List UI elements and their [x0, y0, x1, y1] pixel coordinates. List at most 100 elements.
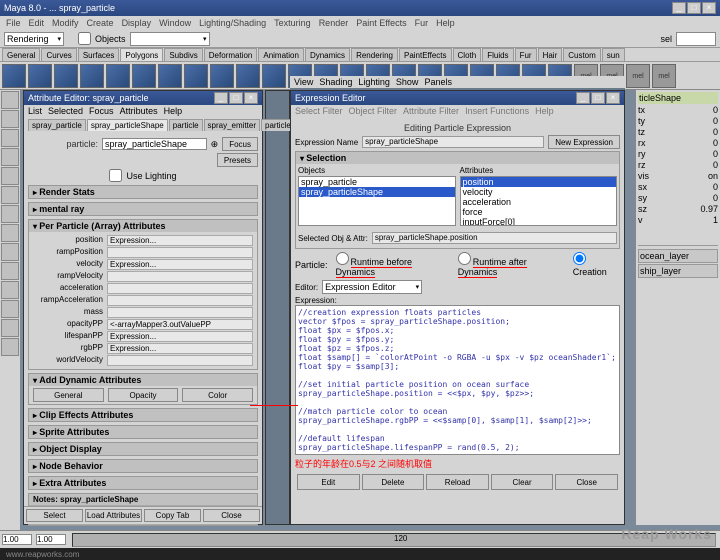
- tool-button[interactable]: [1, 186, 19, 204]
- tool-button[interactable]: [1, 91, 19, 109]
- section-clip-fx[interactable]: ▸ Clip Effects Attributes: [29, 409, 257, 421]
- objects-checkbox[interactable]: [78, 32, 91, 45]
- ee-edit-button[interactable]: Edit: [297, 474, 360, 490]
- shelf-icon[interactable]: [132, 64, 156, 88]
- shelf-tab-fluids[interactable]: Fluids: [482, 48, 513, 61]
- ee-clear-button[interactable]: Clear: [491, 474, 554, 490]
- tool-button[interactable]: [1, 129, 19, 147]
- toolbox[interactable]: [0, 90, 20, 530]
- pp-rampPosition-field[interactable]: [107, 247, 253, 258]
- list-item[interactable]: spray_particle: [299, 177, 455, 187]
- list-item[interactable]: position: [461, 177, 617, 187]
- radio-creation[interactable]: Creation: [573, 252, 620, 277]
- tool-button[interactable]: [1, 262, 19, 280]
- shelf-tab-subdivs[interactable]: Subdivs: [164, 48, 202, 61]
- use-lighting-checkbox[interactable]: [109, 169, 122, 182]
- attributes-list[interactable]: positionvelocityaccelerationforceinputFo…: [460, 176, 618, 226]
- pp-worldVelocity-field[interactable]: [107, 355, 253, 366]
- shelf-icon[interactable]: [262, 64, 286, 88]
- ee-close-button[interactable]: Close: [555, 474, 618, 490]
- editor-dropdown[interactable]: Expression Editor: [322, 280, 422, 294]
- close-button[interactable]: ×: [702, 2, 716, 14]
- shelf-tab-painteffects[interactable]: PaintEffects: [399, 48, 452, 61]
- objects-dropdown[interactable]: [130, 32, 210, 46]
- ee-close-button[interactable]: ×: [606, 92, 620, 104]
- ae-tab[interactable]: particle: [169, 119, 203, 131]
- shelf-icon[interactable]: [184, 64, 208, 88]
- ee-menu[interactable]: Insert Functions: [465, 106, 529, 116]
- menu-modify[interactable]: Modify: [52, 18, 79, 28]
- shelf-tab-deformation[interactable]: Deformation: [204, 48, 258, 61]
- ee-max-button[interactable]: □: [591, 92, 605, 104]
- minimize-button[interactable]: _: [672, 2, 686, 14]
- expr-name-field[interactable]: spray_particleShape: [362, 136, 544, 148]
- shelf-icon[interactable]: [236, 64, 260, 88]
- section-node-behavior[interactable]: ▸ Node Behavior: [29, 460, 257, 472]
- add-dyn-opacity-button[interactable]: Opacity: [108, 388, 179, 402]
- pp-acceleration-field[interactable]: [107, 283, 253, 294]
- list-item[interactable]: velocity: [461, 187, 617, 197]
- channel-box[interactable]: ticleShape tx0ty0tz0rx0ry0rz0visonsx0sy0…: [635, 90, 720, 525]
- channel-row[interactable]: sy0: [638, 193, 718, 203]
- list-item[interactable]: force: [461, 207, 617, 217]
- ee-menu[interactable]: Select Filter: [295, 106, 343, 116]
- ae-menubar[interactable]: ListSelectedFocusAttributesHelp: [24, 105, 262, 117]
- new-expression-button[interactable]: New Expression: [548, 135, 620, 149]
- section-notes[interactable]: Notes: spray_particleShape: [29, 494, 257, 505]
- vp-menu-lighting[interactable]: Lighting: [358, 77, 390, 87]
- channel-row[interactable]: tz0: [638, 127, 718, 137]
- channel-row[interactable]: ty0: [638, 116, 718, 126]
- range-start-field[interactable]: [2, 534, 32, 545]
- expression-textarea[interactable]: //creation expression floats particles v…: [295, 305, 620, 455]
- channel-row[interactable]: sx0: [638, 182, 718, 192]
- layer-item[interactable]: ocean_layer: [638, 249, 718, 263]
- menu-display[interactable]: Display: [122, 18, 152, 28]
- section-render-stats[interactable]: ▸ Render Stats: [29, 186, 257, 198]
- vp-menu-panels[interactable]: Panels: [424, 77, 452, 87]
- tool-button[interactable]: [1, 319, 19, 337]
- menu-create[interactable]: Create: [87, 18, 114, 28]
- list-item[interactable]: spray_particleShape: [299, 187, 455, 197]
- section-object-display[interactable]: ▸ Object Display: [29, 443, 257, 455]
- shelf-tab-polygons[interactable]: Polygons: [120, 48, 163, 61]
- menu-edit[interactable]: Edit: [29, 18, 45, 28]
- main-menubar[interactable]: FileEditModifyCreateDisplayWindowLightin…: [0, 16, 720, 30]
- section-add-dynamic[interactable]: ▾ Add Dynamic Attributes: [29, 374, 257, 386]
- radio-runtime-before-dynamics[interactable]: Runtime before Dynamics: [336, 252, 450, 277]
- ee-delete-button[interactable]: Delete: [362, 474, 425, 490]
- range-slider[interactable]: 120: [72, 533, 716, 547]
- pp-rgbPP-field[interactable]: Expression...: [107, 343, 253, 354]
- shelf-icon[interactable]: [106, 64, 130, 88]
- tool-button[interactable]: [1, 205, 19, 223]
- menu-help[interactable]: Help: [436, 18, 455, 28]
- pp-rampAcceleration-field[interactable]: [107, 295, 253, 306]
- ae-close-button[interactable]: ×: [244, 92, 258, 104]
- menu-paint effects[interactable]: Paint Effects: [356, 18, 406, 28]
- tool-button[interactable]: [1, 110, 19, 128]
- channel-row[interactable]: sz0.97: [638, 204, 718, 214]
- shelf-icon[interactable]: [158, 64, 182, 88]
- ae-close-button[interactable]: Close: [203, 509, 260, 522]
- tool-button[interactable]: [1, 167, 19, 185]
- ae-tab[interactable]: spray_emitter: [204, 119, 260, 131]
- section-mental-ray[interactable]: ▸ mental ray: [29, 203, 257, 215]
- ae-max-button[interactable]: □: [229, 92, 243, 104]
- pp-rampVelocity-field[interactable]: [107, 271, 253, 282]
- list-item[interactable]: inputForce[0]: [461, 217, 617, 226]
- maximize-button[interactable]: □: [687, 2, 701, 14]
- shelf-icon[interactable]: [28, 64, 52, 88]
- channel-row[interactable]: vison: [638, 171, 718, 181]
- tool-button[interactable]: [1, 224, 19, 242]
- shelf-tab-surfaces[interactable]: Surfaces: [78, 48, 120, 61]
- pp-velocity-field[interactable]: Expression...: [107, 259, 253, 270]
- shelf-tab-curves[interactable]: Curves: [41, 48, 76, 61]
- ee-min-button[interactable]: _: [576, 92, 590, 104]
- ee-menu[interactable]: Attribute Filter: [403, 106, 459, 116]
- pp-opacityPP-field[interactable]: <-arrayMapper3.outValuePP: [107, 319, 253, 330]
- ae-menu-list[interactable]: List: [28, 106, 42, 116]
- section-extra-attrs[interactable]: ▸ Extra Attributes: [29, 477, 257, 489]
- shelf-tab-hair[interactable]: Hair: [538, 48, 563, 61]
- ae-menu-attributes[interactable]: Attributes: [120, 106, 158, 116]
- shelf-icon[interactable]: [210, 64, 234, 88]
- add-dyn-color-button[interactable]: Color: [182, 388, 253, 402]
